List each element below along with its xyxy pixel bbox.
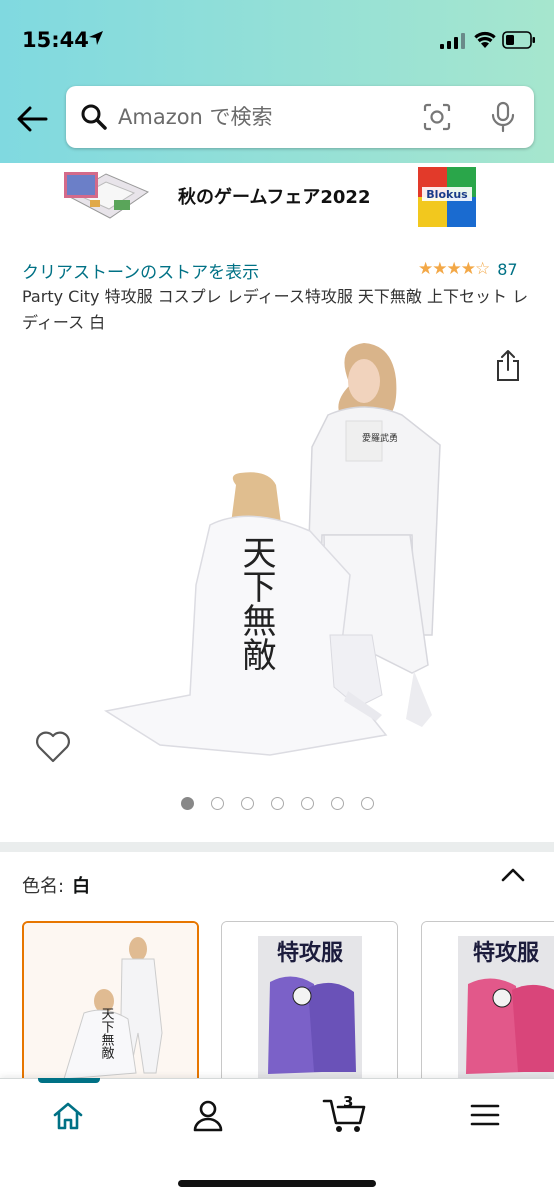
section-divider [0, 842, 554, 852]
color-swatch-white[interactable]: 天下無敵 [22, 921, 199, 1091]
svg-text:Blokus: Blokus [426, 188, 468, 201]
chevron-up-icon[interactable] [500, 866, 526, 884]
back-arrow-icon[interactable] [14, 101, 50, 137]
carousel-dot[interactable] [331, 797, 344, 810]
board-game-image [64, 172, 150, 219]
microphone-icon[interactable] [490, 101, 516, 133]
signal-icon [440, 33, 465, 49]
product-title: Party City 特攻服 コスプレ レディース特攻服 天下無敵 上下セット … [22, 287, 529, 332]
svg-text:天下無敵: 天下無敵 [99, 1007, 115, 1060]
banner-title: 秋のゲームフェア2022 [178, 187, 371, 208]
location-arrow-icon [89, 31, 103, 45]
swatch-purple-image: 特攻服 [222, 922, 397, 1090]
color-selector: 色名: 白 [22, 872, 90, 898]
carousel-dot[interactable] [301, 797, 314, 810]
image-carousel-dots[interactable] [181, 797, 374, 810]
carousel-dot[interactable] [181, 797, 194, 810]
color-value: 白 [72, 876, 91, 897]
heart-icon[interactable] [35, 731, 71, 763]
user-icon[interactable] [192, 1099, 224, 1133]
home-icon[interactable] [52, 1101, 84, 1131]
search-input[interactable] [118, 98, 398, 136]
svg-text:天下無敵: 天下無敵 [236, 535, 276, 671]
home-indicator [178, 1180, 376, 1187]
rating[interactable]: ★★★★☆ 87 [418, 259, 518, 279]
promo-banner[interactable]: 秋のゲームフェア2022 Blokus [0, 163, 554, 238]
status-time: 15:44 [22, 28, 89, 52]
carousel-dot[interactable] [241, 797, 254, 810]
carousel-dot[interactable] [271, 797, 284, 810]
battery-icon [502, 31, 535, 49]
color-label: 色名: [22, 876, 65, 897]
blokus-game-image: Blokus [418, 167, 476, 227]
menu-icon[interactable] [470, 1103, 500, 1127]
rating-count[interactable]: 87 [497, 260, 517, 279]
swatch-white-image: 天下無敵 [24, 923, 197, 1089]
share-icon[interactable] [494, 349, 522, 383]
search-icon [81, 104, 107, 130]
search-bar[interactable] [66, 86, 534, 148]
swatch-pink-image: 特攻服 [422, 922, 554, 1090]
svg-text:愛羅武勇: 愛羅武勇 [362, 432, 398, 444]
header: 15:44 [0, 0, 554, 163]
color-swatch-pink[interactable]: 特攻服 [421, 921, 554, 1091]
nav-active-indicator [38, 1078, 100, 1083]
cart-count: 3 [343, 1093, 354, 1111]
product-image[interactable]: 愛羅武勇 天下無敵 [100, 335, 460, 765]
camera-scan-icon[interactable] [422, 102, 452, 132]
wifi-icon [474, 31, 496, 48]
carousel-dot[interactable] [211, 797, 224, 810]
svg-text:特攻服: 特攻服 [277, 940, 344, 966]
svg-text:特攻服: 特攻服 [473, 940, 540, 966]
carousel-dot[interactable] [361, 797, 374, 810]
store-link[interactable]: クリアストーンのストアを表示 [22, 258, 259, 283]
rating-stars-icon: ★★★★☆ [418, 259, 490, 279]
color-swatch-purple[interactable]: 特攻服 [221, 921, 398, 1091]
